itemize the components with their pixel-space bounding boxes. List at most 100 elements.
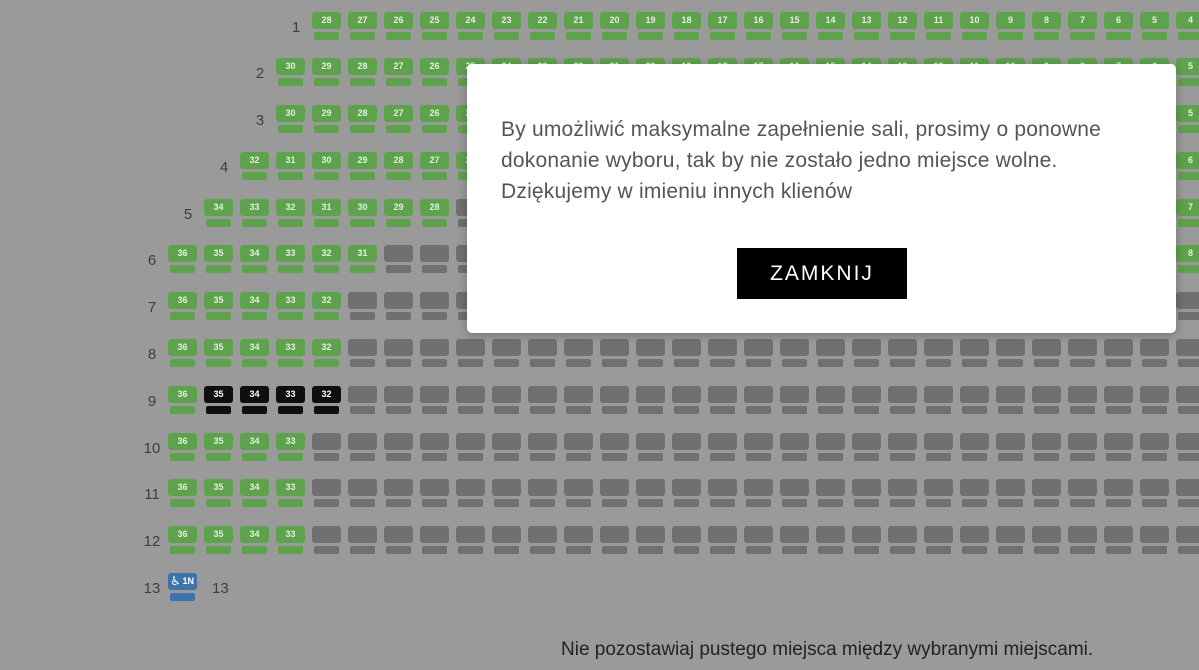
seat-taken[interactable] — [780, 526, 809, 554]
seat-available[interactable]: 33 — [276, 479, 305, 507]
seat-taken[interactable] — [600, 386, 629, 414]
seat-available[interactable]: 34 — [240, 526, 269, 554]
seat-taken[interactable] — [996, 433, 1025, 461]
seat-taken[interactable] — [744, 479, 773, 507]
seat-available[interactable]: 13 — [852, 12, 881, 40]
seat-taken[interactable] — [456, 339, 485, 367]
seat-available[interactable]: 12 — [888, 12, 917, 40]
seat-available[interactable]: 25 — [420, 12, 449, 40]
seat-taken[interactable] — [708, 433, 737, 461]
seat-available[interactable]: 5 — [1140, 12, 1169, 40]
seat-available[interactable]: 27 — [420, 152, 449, 180]
seat-taken[interactable] — [960, 526, 989, 554]
seat-taken[interactable] — [852, 339, 881, 367]
seat-taken[interactable] — [996, 339, 1025, 367]
seat-available[interactable]: 29 — [312, 105, 341, 133]
seat-available[interactable]: 8 — [1176, 245, 1199, 273]
seat-taken[interactable] — [564, 433, 593, 461]
seat-taken[interactable] — [888, 386, 917, 414]
seat-taken[interactable] — [1176, 433, 1199, 461]
seat-taken[interactable] — [888, 433, 917, 461]
seat-available[interactable]: 29 — [312, 58, 341, 86]
seat-taken[interactable] — [1140, 526, 1169, 554]
seat-available[interactable]: 31 — [276, 152, 305, 180]
seat-available[interactable]: 27 — [384, 58, 413, 86]
seat-available[interactable]: 5 — [1176, 58, 1199, 86]
seat-available[interactable]: 28 — [420, 199, 449, 227]
seat-available[interactable]: 32 — [240, 152, 269, 180]
seat-taken[interactable] — [1176, 526, 1199, 554]
seat-available[interactable]: 36 — [168, 292, 197, 320]
seat-available[interactable]: 28 — [384, 152, 413, 180]
seat-available[interactable]: 36 — [168, 339, 197, 367]
seat-available[interactable]: 11 — [924, 12, 953, 40]
seat-selected[interactable]: 33 — [276, 386, 305, 414]
seat-available[interactable]: 33 — [276, 292, 305, 320]
seat-available[interactable]: 33 — [276, 526, 305, 554]
seat-taken[interactable] — [492, 433, 521, 461]
seat-taken[interactable] — [348, 526, 377, 554]
seat-taken[interactable] — [1032, 386, 1061, 414]
seat-available[interactable]: 23 — [492, 12, 521, 40]
seat-taken[interactable] — [564, 479, 593, 507]
seat-taken[interactable] — [1104, 386, 1133, 414]
seat-available[interactable]: 34 — [204, 199, 233, 227]
seat-taken[interactable] — [312, 479, 341, 507]
seat-taken[interactable] — [420, 386, 449, 414]
seat-available[interactable]: 32 — [312, 292, 341, 320]
seat-available[interactable]: 7 — [1068, 12, 1097, 40]
seat-available[interactable]: 35 — [204, 245, 233, 273]
seat-available[interactable]: 4 — [1176, 12, 1199, 40]
seat-taken[interactable] — [672, 339, 701, 367]
seat-taken[interactable] — [456, 479, 485, 507]
seat-available[interactable]: 8 — [1032, 12, 1061, 40]
seat-available[interactable]: 10 — [960, 12, 989, 40]
seat-taken[interactable] — [348, 339, 377, 367]
seat-taken[interactable] — [384, 292, 413, 320]
seat-taken[interactable] — [1104, 526, 1133, 554]
seat-taken[interactable] — [1032, 433, 1061, 461]
seat-taken[interactable] — [384, 386, 413, 414]
seat-taken[interactable] — [456, 386, 485, 414]
seat-available[interactable]: 33 — [276, 339, 305, 367]
seat-taken[interactable] — [384, 526, 413, 554]
seat-taken[interactable] — [1068, 526, 1097, 554]
seat-taken[interactable] — [708, 526, 737, 554]
seat-taken[interactable] — [492, 339, 521, 367]
seat-available[interactable]: 30 — [276, 58, 305, 86]
seat-available[interactable]: 27 — [384, 105, 413, 133]
seat-taken[interactable] — [600, 526, 629, 554]
seat-taken[interactable] — [744, 339, 773, 367]
seat-taken[interactable] — [420, 433, 449, 461]
seat-taken[interactable] — [1104, 339, 1133, 367]
seat-taken[interactable] — [744, 433, 773, 461]
seat-available[interactable]: 34 — [240, 433, 269, 461]
seat-available[interactable]: 35 — [204, 526, 233, 554]
seat-available[interactable]: 6 — [1176, 152, 1199, 180]
seat-taken[interactable] — [672, 526, 701, 554]
seat-taken[interactable] — [492, 526, 521, 554]
seat-available[interactable]: 14 — [816, 12, 845, 40]
seat-taken[interactable] — [852, 479, 881, 507]
seat-taken[interactable] — [852, 433, 881, 461]
seat-available[interactable]: 33 — [240, 199, 269, 227]
wheelchair-seat[interactable]: ♿ 1N — [168, 573, 197, 601]
seat-taken[interactable] — [528, 526, 557, 554]
seat-taken[interactable] — [348, 433, 377, 461]
seat-available[interactable]: 31 — [312, 199, 341, 227]
seat-taken[interactable] — [1140, 386, 1169, 414]
seat-taken[interactable] — [312, 526, 341, 554]
seat-available[interactable]: 15 — [780, 12, 809, 40]
seat-taken[interactable] — [636, 526, 665, 554]
seat-taken[interactable] — [996, 526, 1025, 554]
seat-available[interactable]: 35 — [204, 433, 233, 461]
seat-taken[interactable] — [744, 526, 773, 554]
seat-taken[interactable] — [636, 339, 665, 367]
seat-available[interactable]: 7 — [1176, 199, 1199, 227]
seat-available[interactable]: 29 — [348, 152, 377, 180]
seat-taken[interactable] — [1176, 479, 1199, 507]
seat-taken[interactable] — [1104, 479, 1133, 507]
seat-available[interactable]: 36 — [168, 526, 197, 554]
seat-taken[interactable] — [528, 433, 557, 461]
seat-taken[interactable] — [960, 339, 989, 367]
